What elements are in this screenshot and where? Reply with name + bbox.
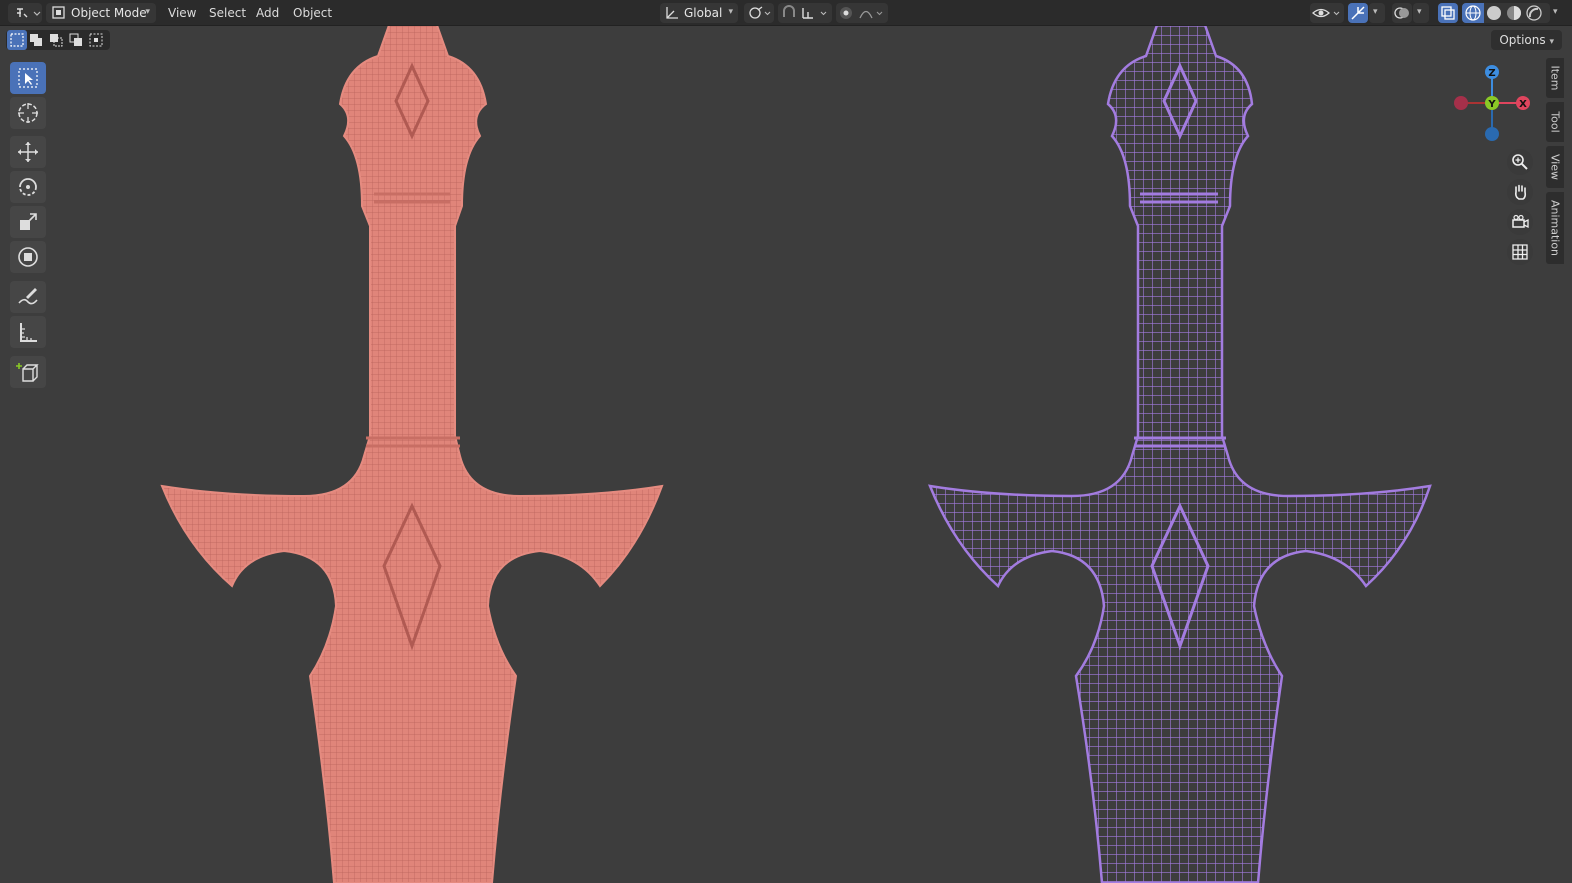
- material-sphere-icon: [1507, 6, 1521, 20]
- orientation-label: Global: [684, 6, 723, 20]
- tab-tool-label: Tool: [1548, 111, 1562, 133]
- xray-toggle-button[interactable]: [1438, 3, 1458, 23]
- tool-shelf: [8, 62, 48, 392]
- shading-dropdown[interactable]: ▾: [1550, 3, 1566, 23]
- gizmo-neg-x-handle[interactable]: [1454, 96, 1468, 110]
- chevron-down-icon: ▾: [1417, 7, 1422, 17]
- menu-select[interactable]: Select: [209, 0, 246, 26]
- editor-type-button[interactable]: [8, 3, 42, 23]
- wireframe-shading-button[interactable]: [1462, 3, 1484, 23]
- proportional-edit-icon: [840, 7, 883, 19]
- transform-tool[interactable]: [10, 241, 46, 273]
- orientation-icon: [666, 7, 678, 19]
- grid-icon: [1512, 244, 1528, 260]
- measure-tool[interactable]: [10, 316, 46, 348]
- cursor-tool[interactable]: [10, 97, 46, 129]
- select-box-tool[interactable]: [10, 62, 46, 94]
- move-icon: [18, 142, 38, 162]
- mode-label: Object Mode: [71, 6, 147, 20]
- cursor-icon: [18, 103, 38, 123]
- select-new-button[interactable]: [7, 30, 27, 50]
- scale-tool[interactable]: [10, 206, 46, 238]
- chevron-down-icon: ▾: [1549, 37, 1554, 47]
- options-label: Options: [1499, 33, 1546, 47]
- rendered-shading-button[interactable]: [1524, 3, 1544, 23]
- camera-icon: [1512, 214, 1529, 229]
- pivot-point-button[interactable]: [744, 3, 774, 23]
- transform-icon: [18, 247, 38, 267]
- eye-icon: [1312, 8, 1340, 18]
- selection-mode-group: [6, 30, 110, 50]
- gizmo-dropdown[interactable]: ▾: [1369, 3, 1385, 23]
- tab-view[interactable]: View: [1546, 146, 1564, 188]
- sidebar-tabs: Item Tool View Animation: [1546, 58, 1564, 268]
- add-cube-tool[interactable]: [10, 356, 46, 388]
- scale-icon: [20, 213, 37, 230]
- editor-type-icon: [17, 8, 41, 18]
- selection-mode-icons: [7, 30, 103, 50]
- xray-icon: [1441, 6, 1455, 20]
- annotate-tool[interactable]: [10, 281, 46, 313]
- overlays-toggle-button[interactable]: [1392, 3, 1412, 23]
- measure-icon: [20, 323, 37, 342]
- sword-mesh-left[interactable]: [160, 26, 664, 883]
- zoom-button[interactable]: [1507, 149, 1533, 175]
- solid-sphere-icon: [1487, 6, 1501, 20]
- scene-canvas[interactable]: Z X Y: [0, 26, 1572, 883]
- tab-tool[interactable]: Tool: [1546, 102, 1564, 142]
- menu-object[interactable]: Object: [293, 0, 332, 26]
- tab-item[interactable]: Item: [1546, 58, 1564, 98]
- viewport-header: Object Mode ▾ View Select Add Object Glo…: [0, 0, 1572, 26]
- tab-animation-label: Animation: [1548, 199, 1562, 257]
- options-dropdown[interactable]: Options ▾: [1491, 30, 1562, 50]
- shading-mode-group: [1462, 3, 1550, 23]
- menu-add[interactable]: Add: [256, 0, 279, 26]
- mode-selector[interactable]: Object Mode ▾: [46, 3, 156, 23]
- move-tool[interactable]: [10, 136, 46, 168]
- 3d-viewport[interactable]: Z X Y Options ▾ Item Tool View Animation: [0, 26, 1572, 883]
- solid-shading-button[interactable]: [1484, 3, 1504, 23]
- select-box-icon: [18, 68, 38, 88]
- overlays-dropdown[interactable]: ▾: [1413, 3, 1429, 23]
- material-shading-button[interactable]: [1504, 3, 1524, 23]
- camera-view-button[interactable]: [1507, 209, 1533, 235]
- gizmo-x-label: X: [1519, 99, 1527, 110]
- navigation-gizmo[interactable]: Z X Y: [1454, 65, 1530, 141]
- chevron-down-icon: ▾: [1553, 7, 1558, 17]
- gizmo-neg-z-handle[interactable]: [1485, 127, 1499, 141]
- tab-animation[interactable]: Animation: [1546, 192, 1564, 264]
- rotate-icon: [19, 178, 37, 196]
- chevron-down-icon: ▾: [1373, 7, 1378, 17]
- overlays-icon: [1394, 7, 1409, 19]
- gizmo-toggle-button[interactable]: [1348, 3, 1368, 23]
- pivot-icon: [749, 6, 771, 19]
- tab-item-label: Item: [1548, 65, 1562, 91]
- annotate-icon: [18, 288, 38, 305]
- wireframe-sphere-icon: [1465, 5, 1481, 21]
- object-mode-icon: [52, 6, 65, 19]
- visibility-button[interactable]: [1310, 3, 1344, 23]
- menu-view[interactable]: View: [168, 0, 196, 26]
- transform-orientation-selector[interactable]: Global ▾: [660, 3, 738, 23]
- chevron-down-icon: ▾: [728, 7, 733, 17]
- zoom-icon: [1512, 154, 1528, 170]
- tab-view-label: View: [1548, 153, 1562, 181]
- pan-button[interactable]: [1507, 179, 1533, 205]
- proportional-editing-button[interactable]: [836, 3, 888, 23]
- add-cube-icon: [16, 363, 39, 382]
- gizmo-z-label: Z: [1488, 68, 1495, 79]
- projection-toggle-button[interactable]: [1507, 239, 1533, 265]
- rendered-sphere-icon: [1526, 5, 1542, 21]
- chevron-down-icon: ▾: [145, 7, 150, 17]
- hand-icon: [1515, 184, 1527, 200]
- snap-button[interactable]: [778, 3, 832, 23]
- rotate-tool[interactable]: [10, 171, 46, 203]
- gizmo-icon: [1351, 6, 1365, 20]
- gizmo-y-label: Y: [1487, 99, 1496, 110]
- sword-mesh-right[interactable]: [928, 26, 1432, 883]
- snap-icon: [783, 5, 827, 19]
